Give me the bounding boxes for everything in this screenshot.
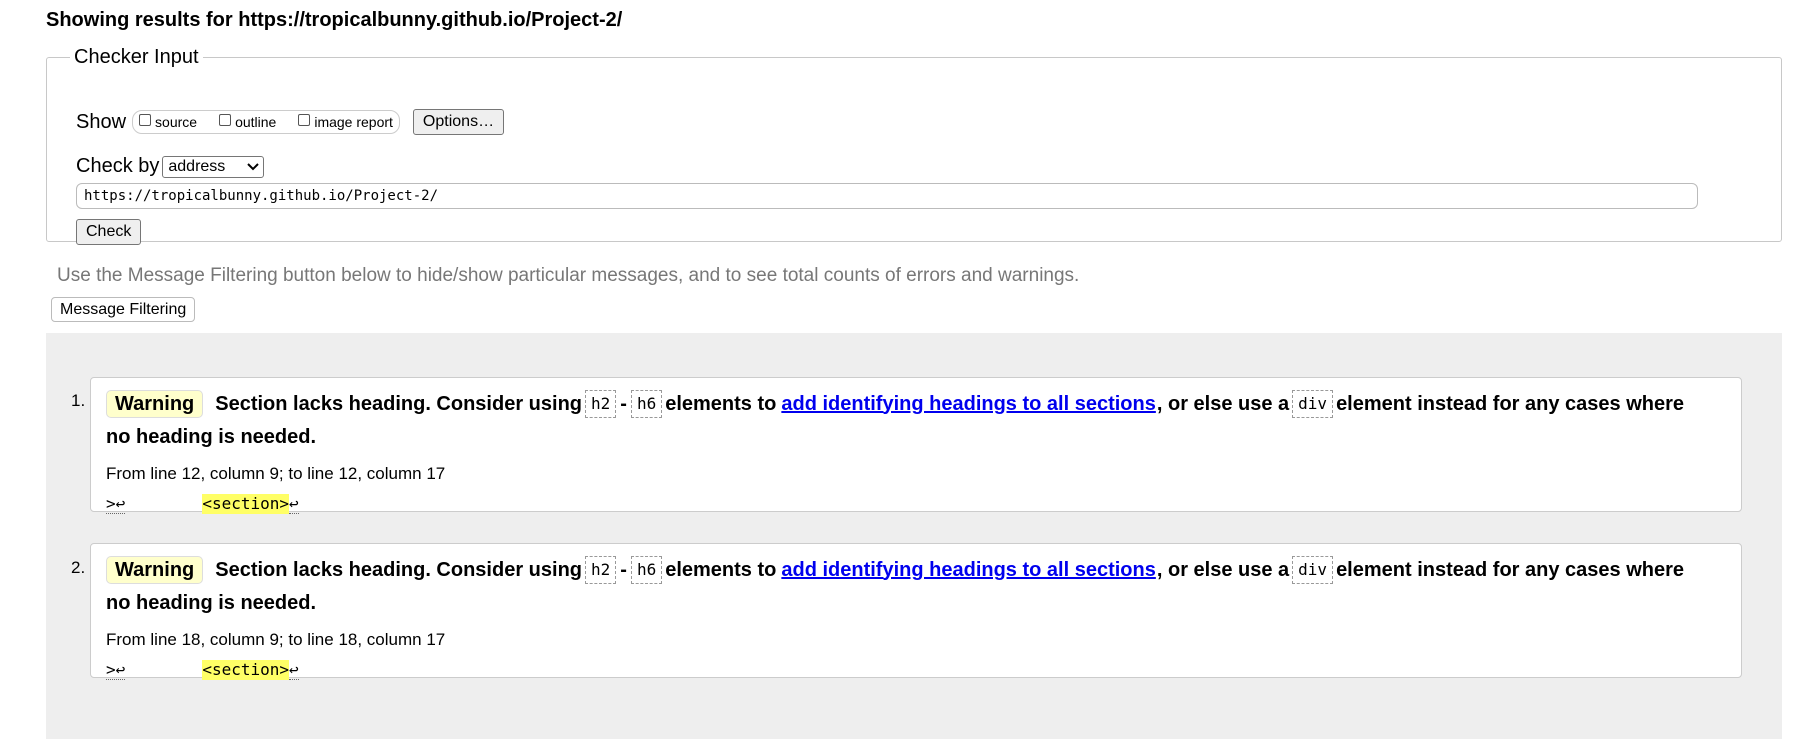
message-text: Section lacks heading. Consider using — [215, 558, 582, 581]
message-number: 2. — [71, 558, 86, 577]
message-text: , or else use a — [1156, 392, 1290, 415]
page-title: Showing results for https://tropicalbunn… — [46, 9, 623, 31]
check-button[interactable]: Check — [76, 219, 142, 245]
message-filtering-hint: Use the Message Filtering button below t… — [57, 265, 1080, 286]
message-number: 1. — [71, 391, 86, 410]
check-by-label: Check by — [76, 155, 160, 177]
dash: - — [620, 558, 627, 581]
headings-link[interactable]: add identifying headings to all sections — [781, 559, 1156, 582]
message-text-line: Warning Section lacks heading. Consider … — [106, 556, 1684, 584]
message-text: element instead for any cases where — [1336, 392, 1684, 415]
check-by-select[interactable]: address — [162, 155, 265, 178]
message-text: Section lacks heading. Consider using — [215, 392, 582, 415]
extract-highlight: <section> — [202, 660, 290, 680]
warning-message: Warning Section lacks heading. Consider … — [90, 543, 1742, 680]
message-text: , or else use a — [1156, 558, 1290, 581]
code-div: div — [1292, 390, 1334, 418]
extract-prefix: >↩ — [106, 494, 126, 514]
outline-checkbox[interactable] — [219, 114, 232, 126]
code-div: div — [1292, 556, 1334, 584]
chevron-down-icon — [247, 162, 260, 170]
option-image-report-label: image report — [314, 114, 393, 130]
code-h6: h6 — [630, 556, 663, 584]
extract-spacing — [125, 494, 202, 514]
message-text: no heading is needed. — [106, 592, 317, 614]
show-label: Show — [76, 110, 127, 133]
code-extract: >↩ <section> ↩ — [106, 494, 299, 514]
options-button[interactable]: Options… — [412, 109, 505, 135]
warning-message: Warning Section lacks heading. Consider … — [90, 377, 1742, 514]
code-h6: h6 — [630, 390, 663, 418]
extract-suffix: ↩ — [289, 494, 299, 514]
message-filtering-button[interactable]: Message Filtering — [51, 297, 196, 322]
message-location: From line 12, column 9; to line 12, colu… — [106, 464, 446, 483]
option-outline[interactable]: outline — [219, 114, 276, 130]
url-input[interactable]: https://tropicalbunny.github.io/Project-… — [76, 183, 1698, 209]
extract-spacing — [125, 660, 202, 680]
check-by-value: address — [168, 157, 226, 175]
extract-suffix: ↩ — [289, 660, 299, 680]
checker-input-fieldset: Checker Input Show source outline image … — [46, 46, 1782, 245]
message-text: no heading is needed. — [106, 426, 317, 448]
extract-highlight: <section> — [202, 494, 290, 514]
message-text: elements to — [665, 392, 777, 415]
option-source[interactable]: source — [139, 114, 197, 130]
extract-prefix: >↩ — [106, 660, 126, 680]
source-checkbox[interactable] — [139, 114, 152, 126]
warning-badge: Warning — [106, 390, 204, 418]
headings-link[interactable]: add identifying headings to all sections — [781, 393, 1156, 416]
show-options-row: Show source outline image report Options… — [76, 109, 505, 135]
image-report-checkbox[interactable] — [298, 114, 311, 126]
message-text: elements to — [665, 558, 777, 581]
code-h2: h2 — [585, 556, 617, 584]
message-text: element instead for any cases where — [1336, 558, 1684, 581]
code-extract: >↩ <section> ↩ — [106, 660, 299, 680]
code-h2: h2 — [585, 390, 617, 418]
checker-input-legend: Checker Input — [74, 46, 199, 68]
message-text-line: Warning Section lacks heading. Consider … — [106, 390, 1684, 418]
option-source-label: source — [155, 114, 198, 130]
dash: - — [620, 392, 627, 415]
option-outline-label: outline — [235, 114, 277, 130]
results-panel: 1. Warning Section lacks heading. Consid… — [46, 333, 1782, 739]
check-by-row: Check by address — [76, 155, 265, 178]
warning-badge: Warning — [106, 556, 204, 584]
option-image-report[interactable]: image report — [298, 114, 393, 130]
show-options-group: source outline image report — [132, 110, 400, 134]
message-location: From line 18, column 9; to line 18, colu… — [106, 630, 446, 649]
